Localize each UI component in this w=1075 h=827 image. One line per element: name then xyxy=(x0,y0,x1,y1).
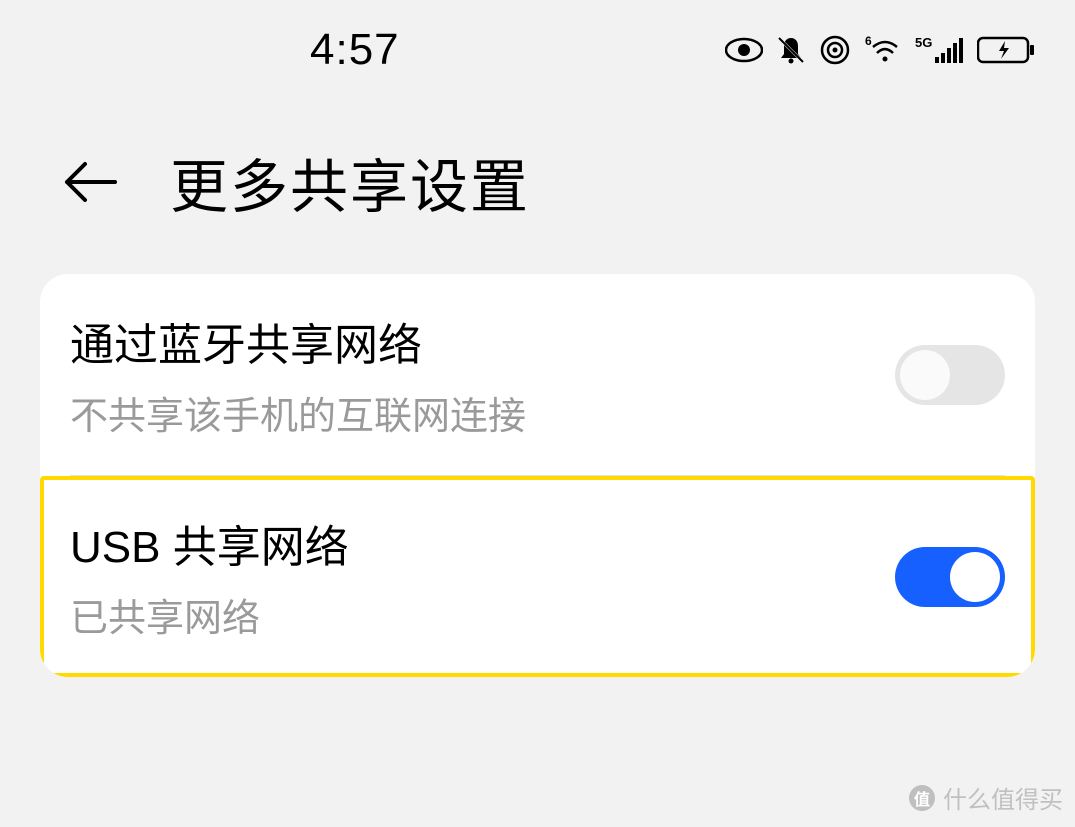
setting-title: USB 共享网络 xyxy=(70,511,895,575)
hotspot-icon xyxy=(819,34,851,66)
page-title: 更多共享设置 xyxy=(170,140,530,224)
setting-text: USB 共享网络 已共享网络 xyxy=(70,511,895,642)
back-button[interactable] xyxy=(60,152,120,212)
toggle-knob xyxy=(900,350,950,400)
bluetooth-tethering-toggle[interactable] xyxy=(895,345,1005,405)
battery-charging-icon xyxy=(977,35,1035,65)
eye-icon xyxy=(725,37,763,63)
setting-subtitle: 已共享网络 xyxy=(70,587,895,642)
watermark-badge-icon: 值 xyxy=(909,785,935,811)
wifi-icon: 6 xyxy=(863,35,903,65)
page-header: 更多共享设置 xyxy=(0,100,1075,274)
status-time: 4:57 xyxy=(310,25,400,75)
status-icons: 6 5G xyxy=(725,34,1035,66)
arrow-left-icon xyxy=(63,160,117,204)
svg-text:6: 6 xyxy=(865,35,872,48)
watermark: 值 什么值得买 xyxy=(909,780,1063,815)
svg-text:5G: 5G xyxy=(915,35,932,50)
usb-tethering-toggle[interactable] xyxy=(895,547,1005,607)
setting-title: 通过蓝牙共享网络 xyxy=(70,309,895,373)
setting-subtitle: 不共享该手机的互联网连接 xyxy=(70,385,895,440)
bell-muted-icon xyxy=(775,34,807,66)
toggle-knob xyxy=(950,552,1000,602)
status-bar: 4:57 6 5G xyxy=(0,0,1075,100)
setting-bluetooth-tethering[interactable]: 通过蓝牙共享网络 不共享该手机的互联网连接 xyxy=(40,274,1035,475)
watermark-text: 什么值得买 xyxy=(943,780,1063,815)
settings-card: 通过蓝牙共享网络 不共享该手机的互联网连接 USB 共享网络 已共享网络 xyxy=(40,274,1035,677)
setting-usb-tethering[interactable]: USB 共享网络 已共享网络 xyxy=(40,476,1035,677)
signal-icon: 5G xyxy=(915,35,965,65)
setting-text: 通过蓝牙共享网络 不共享该手机的互联网连接 xyxy=(70,309,895,440)
